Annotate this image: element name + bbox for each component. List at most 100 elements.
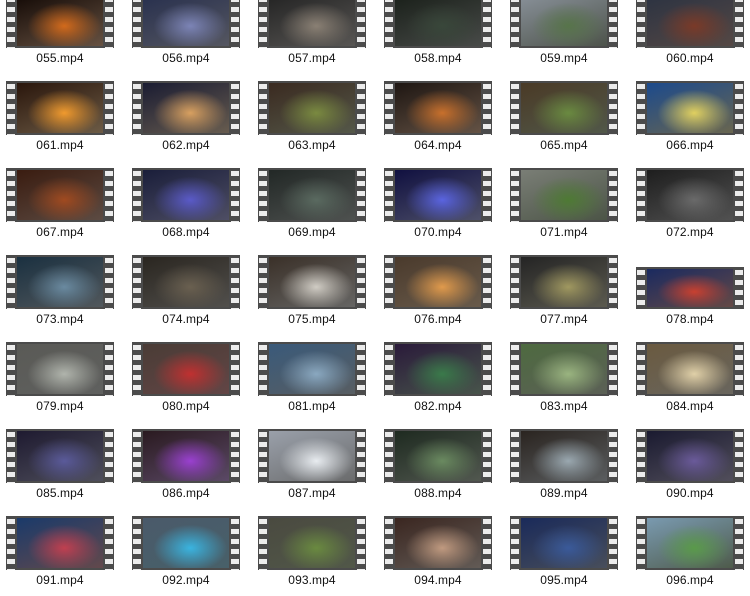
film-sprocket-icon (609, 342, 617, 396)
file-name: 058.mp4 (414, 51, 462, 65)
file-item[interactable]: 096.mp4 (630, 516, 750, 596)
file-item[interactable]: 073.mp4 (0, 255, 120, 335)
file-item[interactable]: 072.mp4 (630, 168, 750, 248)
thumbnail-frame-dark-room (647, 170, 733, 220)
film-sprocket-icon (385, 168, 393, 222)
file-item[interactable]: 069.mp4 (252, 168, 372, 248)
file-item[interactable]: 075.mp4 (252, 255, 372, 335)
file-item[interactable]: 088.mp4 (378, 429, 498, 509)
file-item[interactable]: 062.mp4 (126, 81, 246, 161)
film-sprocket-icon (609, 81, 617, 135)
file-item[interactable]: 061.mp4 (0, 81, 120, 161)
film-sprocket-icon (105, 255, 113, 309)
file-item[interactable]: 081.mp4 (252, 342, 372, 422)
thumbnail-frame-tree-sky (269, 344, 355, 394)
file-name: 094.mp4 (414, 573, 462, 587)
film-sprocket-icon (385, 516, 393, 570)
file-item[interactable]: 094.mp4 (378, 516, 498, 596)
video-thumbnail (132, 81, 240, 135)
file-item[interactable]: 092.mp4 (126, 516, 246, 596)
file-item[interactable]: 071.mp4 (504, 168, 624, 248)
film-sprocket-icon (385, 0, 393, 48)
file-item[interactable]: 060.mp4 (630, 0, 750, 74)
file-item[interactable]: 074.mp4 (126, 255, 246, 335)
film-sprocket-icon (511, 255, 519, 309)
file-item[interactable]: 079.mp4 (0, 342, 120, 422)
file-name: 060.mp4 (666, 51, 714, 65)
thumbnail-frame-night-interior (647, 431, 733, 481)
video-thumbnail (384, 168, 492, 222)
file-name: 070.mp4 (414, 225, 462, 239)
film-sprocket-icon (483, 168, 491, 222)
film-sprocket-icon (259, 81, 267, 135)
file-item[interactable]: 089.mp4 (504, 429, 624, 509)
file-item[interactable]: 093.mp4 (252, 516, 372, 596)
video-thumbnail (384, 0, 492, 48)
film-sprocket-icon (133, 0, 141, 48)
file-item[interactable]: 091.mp4 (0, 516, 120, 596)
film-sprocket-icon (609, 516, 617, 570)
file-item[interactable]: 078.mp4 (630, 255, 750, 335)
video-thumbnail (258, 342, 366, 396)
film-sprocket-icon (357, 516, 365, 570)
film-sprocket-icon (385, 255, 393, 309)
file-name: 057.mp4 (288, 51, 336, 65)
film-sprocket-icon (637, 0, 645, 48)
file-item[interactable]: 082.mp4 (378, 342, 498, 422)
file-name: 077.mp4 (540, 312, 588, 326)
file-item[interactable]: 068.mp4 (126, 168, 246, 248)
film-sprocket-icon (637, 342, 645, 396)
film-sprocket-icon (133, 168, 141, 222)
file-item[interactable]: 064.mp4 (378, 81, 498, 161)
film-sprocket-icon (231, 0, 239, 48)
thumbnail-frame-night-sky-forest (143, 0, 229, 46)
video-thumbnail (636, 81, 744, 135)
file-name: 067.mp4 (36, 225, 84, 239)
file-item[interactable]: 076.mp4 (378, 255, 498, 335)
file-item[interactable]: 066.mp4 (630, 81, 750, 161)
file-item[interactable]: 070.mp4 (378, 168, 498, 248)
thumbnail-frame-blue-interior (647, 269, 733, 307)
file-name: 068.mp4 (162, 225, 210, 239)
file-item[interactable]: 085.mp4 (0, 429, 120, 509)
film-sprocket-icon (385, 342, 393, 396)
file-item[interactable]: 063.mp4 (252, 81, 372, 161)
file-item[interactable]: 080.mp4 (126, 342, 246, 422)
film-sprocket-icon (483, 342, 491, 396)
file-name: 083.mp4 (540, 399, 588, 413)
file-item[interactable]: 086.mp4 (126, 429, 246, 509)
video-thumbnail (6, 168, 114, 222)
film-sprocket-icon (259, 429, 267, 483)
file-item[interactable]: 084.mp4 (630, 342, 750, 422)
file-item[interactable]: 095.mp4 (504, 516, 624, 596)
thumbnail-frame-attic-bed (521, 431, 607, 481)
file-item[interactable]: 057.mp4 (252, 0, 372, 74)
file-item[interactable]: 058.mp4 (378, 0, 498, 74)
file-name: 075.mp4 (288, 312, 336, 326)
video-thumbnail (6, 516, 114, 570)
video-thumbnail (510, 168, 618, 222)
file-name: 079.mp4 (36, 399, 84, 413)
video-thumbnail (636, 267, 744, 309)
file-name: 086.mp4 (162, 486, 210, 500)
file-item[interactable]: 056.mp4 (126, 0, 246, 74)
file-item[interactable]: 067.mp4 (0, 168, 120, 248)
file-item[interactable]: 059.mp4 (504, 0, 624, 74)
film-sprocket-icon (259, 0, 267, 48)
file-item[interactable]: 055.mp4 (0, 0, 120, 74)
thumbnail-frame-lodge-fireplace (395, 257, 481, 307)
file-item[interactable]: 087.mp4 (252, 429, 372, 509)
file-item[interactable]: 090.mp4 (630, 429, 750, 509)
film-sprocket-icon (231, 516, 239, 570)
file-item[interactable]: 083.mp4 (504, 342, 624, 422)
film-sprocket-icon (511, 168, 519, 222)
file-item[interactable]: 065.mp4 (504, 81, 624, 161)
video-thumbnail (510, 429, 618, 483)
film-sprocket-icon (511, 429, 519, 483)
file-name: 069.mp4 (288, 225, 336, 239)
film-sprocket-icon (483, 516, 491, 570)
thumbnail-frame-flowers-balcony (143, 344, 229, 394)
film-sprocket-icon (259, 516, 267, 570)
video-thumbnail (636, 168, 744, 222)
file-item[interactable]: 077.mp4 (504, 255, 624, 335)
